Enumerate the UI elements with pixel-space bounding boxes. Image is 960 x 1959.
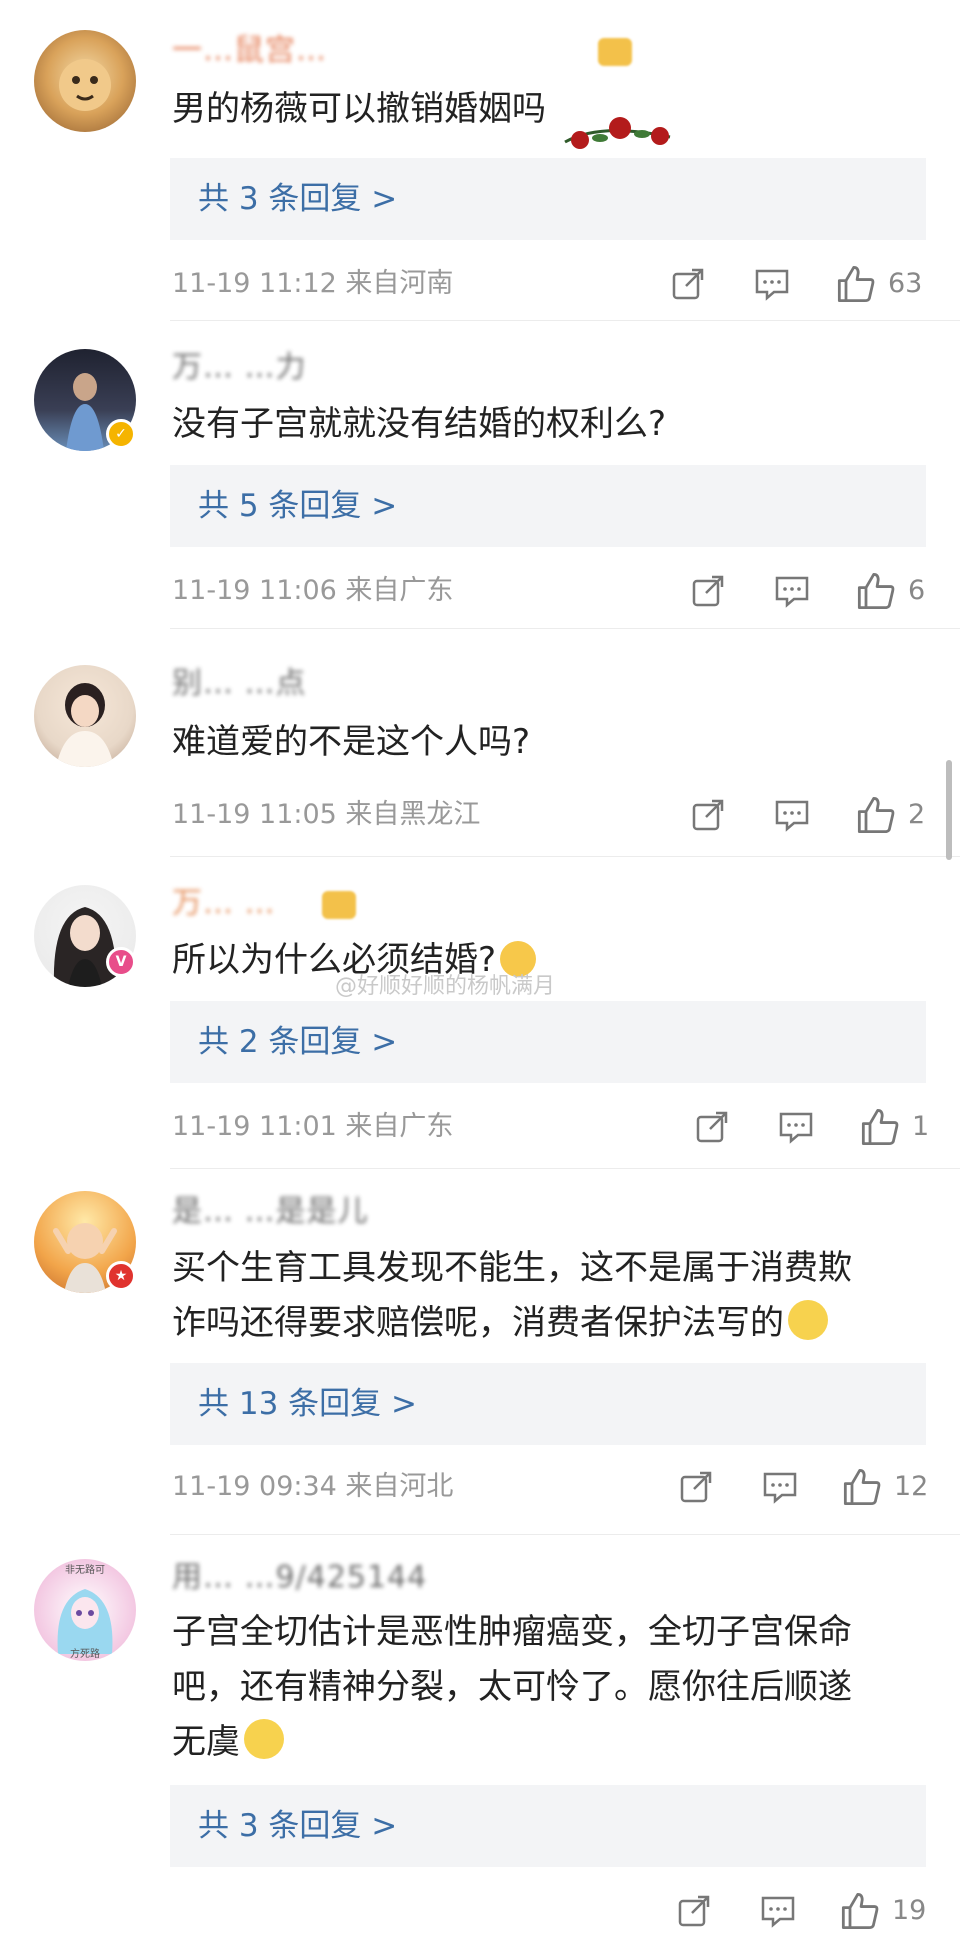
svg-text:方死路: 方死路 xyxy=(70,1647,100,1660)
like-count: 12 xyxy=(894,1471,929,1502)
comment-item: ★ 是… …是是儿 买个生育工具发现不能生，这不是属于消费欺 诈吗还得要求赔偿呢… xyxy=(0,1169,960,1533)
comment-icon[interactable] xyxy=(774,573,810,609)
reply-thread-button[interactable]: 共 13 条回复 > xyxy=(170,1363,926,1445)
share-icon[interactable] xyxy=(670,266,706,302)
comment-text-line: 诈吗还得要求赔偿呢，消费者保护法写的 xyxy=(172,1296,920,1351)
comment-meta: 11-19 09:34 来自河北 xyxy=(172,1471,454,1502)
like-icon[interactable] xyxy=(856,795,896,835)
like-icon[interactable] xyxy=(836,264,876,304)
avatar[interactable] xyxy=(34,665,136,767)
username[interactable]: 是… …是是儿 xyxy=(172,1195,472,1229)
comment-meta: 11-19 11:12 来自河南 xyxy=(172,268,454,299)
share-icon[interactable] xyxy=(690,573,726,609)
share-icon[interactable] xyxy=(690,797,726,833)
comment-item: ✓ 万… …力 没有子宫就就没有结婚的权利么? 共 5 条回复 > 11-19 … xyxy=(0,321,960,627)
comment-text-line-body: 无虞 xyxy=(172,1722,240,1762)
lion-avatar-icon xyxy=(59,59,111,111)
comment-text-line-body: 诈吗还得要求赔偿呢，消费者保护法写的 xyxy=(172,1303,784,1343)
vip-badge-icon xyxy=(598,38,632,66)
comment-item: 别… …点 难道爱的不是这个人吗? 11-19 11:05 来自黑龙江 2 xyxy=(0,629,960,855)
vip-badge-icon: V xyxy=(106,947,136,977)
comment-item: V 万… … 所以为什么必须结婚? @好顺好顺的杨帆满月 共 2 条回复 > 1… xyxy=(0,857,960,1167)
like-icon[interactable] xyxy=(842,1467,882,1507)
official-badge-icon: ★ xyxy=(106,1261,136,1291)
glasses-emoji-icon xyxy=(788,1300,828,1340)
reply-count-label: 共 5 条回复 > xyxy=(198,488,398,524)
reply-thread-button[interactable]: 共 2 条回复 > xyxy=(170,1001,926,1083)
like-icon[interactable] xyxy=(840,1891,880,1931)
comment-text: 难道爱的不是这个人吗? xyxy=(172,722,531,762)
comment-icon[interactable] xyxy=(760,1893,796,1929)
reply-count-label: 共 3 条回复 > xyxy=(198,1808,398,1844)
comment-item: 非无路可 方死路 用… …9/425144 子宫全切估计是恶性肿瘤癌变，全切子宫… xyxy=(0,1535,960,1959)
avatar[interactable]: 非无路可 方死路 xyxy=(34,1559,136,1661)
comment-icon[interactable] xyxy=(762,1469,798,1505)
comment-icon[interactable] xyxy=(774,797,810,833)
share-icon[interactable] xyxy=(676,1893,712,1929)
username[interactable]: 一…鼠宫… xyxy=(172,34,472,68)
comment-text: 男的杨薇可以撤销婚姻吗 xyxy=(172,89,546,129)
share-icon[interactable] xyxy=(694,1109,730,1145)
like-count: 19 xyxy=(892,1895,927,1926)
comment-text: 买个生育工具发现不能生，这不是属于消费欺 诈吗还得要求赔偿呢，消费者保护法写的 xyxy=(172,1241,920,1351)
comment-text-line: 吧，还有精神分裂，太可怜了。愿你往后顺遂 xyxy=(172,1667,852,1707)
svg-text:非无路可: 非无路可 xyxy=(65,1563,105,1576)
watermark: @好顺好顺的杨帆满月 xyxy=(335,974,556,999)
reply-thread-button[interactable]: 共 3 条回复 > xyxy=(170,158,926,240)
share-icon[interactable] xyxy=(678,1469,714,1505)
comment-icon[interactable] xyxy=(778,1109,814,1145)
comment-meta: 11-19 11:06 来自广东 xyxy=(172,575,454,606)
comment-text: 子宫全切估计是恶性肿瘤癌变，全切子宫保命 吧，还有精神分裂，太可怜了。愿你往后顺… xyxy=(172,1605,920,1770)
fan-badge-icon xyxy=(322,891,356,919)
comment-text-line: 子宫全切估计是恶性肿瘤癌变，全切子宫保命 xyxy=(172,1612,852,1652)
avatar[interactable] xyxy=(34,30,136,132)
reply-count-label: 共 13 条回复 > xyxy=(198,1386,417,1422)
comment-item: 一…鼠宫… 男的杨薇可以撤销婚姻吗 共 3 条回复 > 11-19 11:12 … xyxy=(0,0,960,320)
like-count: 63 xyxy=(888,268,923,299)
like-count: 1 xyxy=(912,1111,930,1142)
crying-emoji-icon xyxy=(244,1719,284,1759)
comment-meta: 11-19 11:05 来自黑龙江 xyxy=(172,799,481,830)
reply-count-label: 共 2 条回复 > xyxy=(198,1024,398,1060)
like-icon[interactable] xyxy=(856,571,896,611)
username[interactable]: 用… …9/425144 xyxy=(172,1561,472,1595)
like-icon[interactable] xyxy=(860,1107,900,1147)
username[interactable]: 别… …点 xyxy=(172,667,472,701)
like-count: 6 xyxy=(908,575,926,606)
comment-meta: 11-19 11:01 来自广东 xyxy=(172,1111,454,1142)
like-count: 2 xyxy=(908,799,926,830)
comment-text: 没有子宫就就没有结婚的权利么? xyxy=(172,404,667,444)
verified-badge-icon: ✓ xyxy=(106,419,136,449)
comment-text-line: 买个生育工具发现不能生，这不是属于消费欺 xyxy=(172,1248,852,1288)
comment-text-line: 无虞 xyxy=(172,1715,920,1770)
rose-decoration-icon xyxy=(564,117,671,149)
reply-count-label: 共 3 条回复 > xyxy=(198,181,398,217)
anime-avatar-icon: 非无路可 方死路 xyxy=(57,1563,113,1660)
comment-icon[interactable] xyxy=(754,266,790,302)
person-avatar-icon xyxy=(56,683,114,767)
reply-thread-button[interactable]: 共 5 条回复 > xyxy=(170,465,926,547)
username[interactable]: 万… …力 xyxy=(172,351,472,385)
scrollbar[interactable] xyxy=(946,760,952,860)
reply-thread-button[interactable]: 共 3 条回复 > xyxy=(170,1785,926,1867)
